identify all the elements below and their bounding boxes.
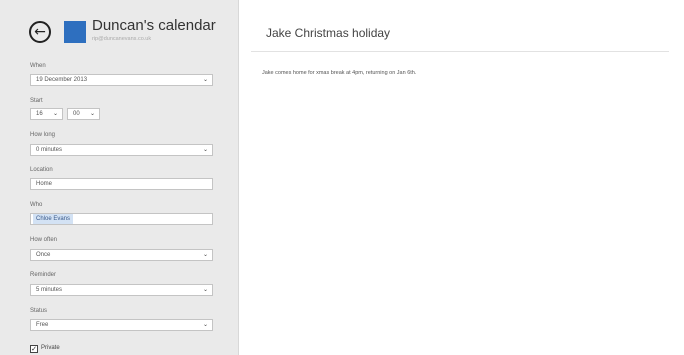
location-value: Home (36, 181, 53, 187)
reminder-value: 5 minutes (36, 287, 63, 293)
who-input[interactable]: Chloe Evans (30, 213, 213, 225)
reminder-label: Reminder (30, 272, 57, 278)
start-hour-value: 16 (36, 111, 43, 117)
checkmark-icon: ✓ (31, 345, 37, 353)
how-long-label: How long (30, 132, 56, 138)
status-value: Free (36, 322, 49, 328)
reminder-select[interactable]: 5 minutes ⌄ (30, 284, 213, 296)
event-message-body[interactable]: Jake comes home for xmas break at 4pm, r… (262, 70, 416, 76)
chevron-down-icon: ⌄ (202, 286, 208, 293)
calendar-name[interactable]: Duncan's calendar (92, 17, 216, 34)
how-long-value: 0 minutes (36, 147, 63, 153)
chevron-down-icon: ⌄ (89, 110, 95, 117)
location-input[interactable]: Home (30, 178, 213, 190)
status-label: Status (30, 308, 48, 314)
location-label: Location (30, 167, 53, 173)
how-long-select[interactable]: 0 minutes ⌄ (30, 144, 213, 156)
chevron-down-icon: ⌄ (52, 110, 58, 117)
calendar-color-swatch (64, 21, 86, 43)
status-select[interactable]: Free ⌄ (30, 319, 213, 331)
who-label: Who (30, 202, 43, 208)
chevron-down-icon: ⌄ (202, 321, 208, 328)
when-date-select[interactable]: 19 December 2013 ⌄ (30, 74, 213, 86)
back-arrow-icon: ← (34, 24, 46, 40)
chevron-down-icon: ⌄ (202, 251, 208, 258)
how-often-value: Once (36, 252, 51, 258)
how-often-select[interactable]: Once ⌄ (30, 249, 213, 261)
when-date-value: 19 December 2013 (36, 77, 88, 83)
private-checkbox[interactable]: ✓ (30, 345, 38, 353)
back-button[interactable]: ← (29, 21, 51, 43)
private-label[interactable]: Private (41, 345, 60, 351)
start-minute-select[interactable]: 00 ⌄ (67, 108, 100, 120)
start-minute-value: 00 (73, 111, 80, 117)
start-label: Start (30, 98, 43, 104)
chevron-down-icon: ⌄ (202, 146, 208, 153)
calendar-account: rip@duncanevans.co.uk (92, 36, 152, 42)
how-often-label: How often (30, 237, 58, 243)
event-details-sidebar: ← Duncan's calendar rip@duncanevans.co.u… (0, 0, 239, 355)
event-title-input[interactable]: Jake Christmas holiday (266, 26, 390, 40)
when-label: When (30, 63, 46, 69)
title-divider (251, 51, 669, 52)
attendee-chip[interactable]: Chloe Evans (33, 214, 74, 224)
chevron-down-icon: ⌄ (202, 76, 208, 83)
start-hour-select[interactable]: 16 ⌄ (30, 108, 63, 120)
